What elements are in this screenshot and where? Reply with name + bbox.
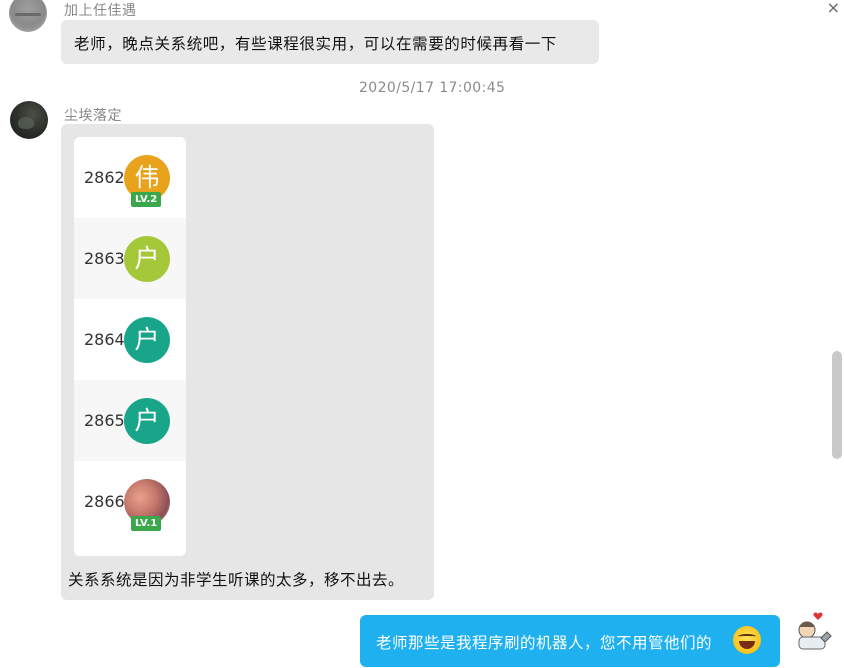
user-number: 2863 xyxy=(84,249,125,268)
message-text: 关系系统是因为非学生听课的太多，移不出去。 xyxy=(68,571,405,589)
message-bubble: 老师，晚点关系统吧，有些课程很实用，可以在需要的时候再看一下 xyxy=(61,20,599,64)
list-item: 2866 LV.1 xyxy=(74,461,186,542)
user-number: 2862 xyxy=(84,168,125,187)
sender-name: 尘埃落定 xyxy=(64,108,122,124)
close-icon[interactable]: × xyxy=(827,0,840,17)
list-item: 2865 户 xyxy=(74,380,186,461)
scrollbar[interactable] xyxy=(832,351,842,459)
message-bubble: 老师那些是我程序刷的机器人，您不用管他们的 xyxy=(360,615,780,667)
message-text: 老师那些是我程序刷的机器人，您不用管他们的 xyxy=(376,634,713,652)
avatar: 户 xyxy=(124,398,170,444)
message-text: 老师，晚点关系统吧，有些课程很实用，可以在需要的时候再看一下 xyxy=(74,35,558,53)
screenshot-image[interactable]: 2862 伟 LV.2 2863 户 2864 户 2865 户 2866 LV… xyxy=(74,137,186,556)
user-number: 2866 xyxy=(84,492,125,511)
avatar[interactable] xyxy=(10,101,48,139)
timestamp: 2020/5/17 17:00:45 xyxy=(359,80,506,96)
level-badge: LV.1 xyxy=(131,516,162,531)
laughing-emoji-icon xyxy=(733,626,761,654)
avatar: 户 xyxy=(124,236,170,282)
user-number: 2864 xyxy=(84,330,125,349)
list-item: 2862 伟 LV.2 xyxy=(74,137,186,218)
user-number: 2865 xyxy=(84,411,125,430)
message-bubble: 2862 伟 LV.2 2863 户 2864 户 2865 户 2866 LV… xyxy=(61,124,434,600)
sender-name: 加上任佳遇 xyxy=(64,3,137,19)
avatar[interactable] xyxy=(791,608,835,652)
list-item: 2864 户 xyxy=(74,299,186,380)
doctor-cartoon-icon xyxy=(798,612,832,650)
avatar[interactable] xyxy=(9,0,47,32)
level-badge: LV.2 xyxy=(131,192,162,207)
list-item: 2863 户 xyxy=(74,218,186,299)
avatar: 户 xyxy=(124,317,170,363)
